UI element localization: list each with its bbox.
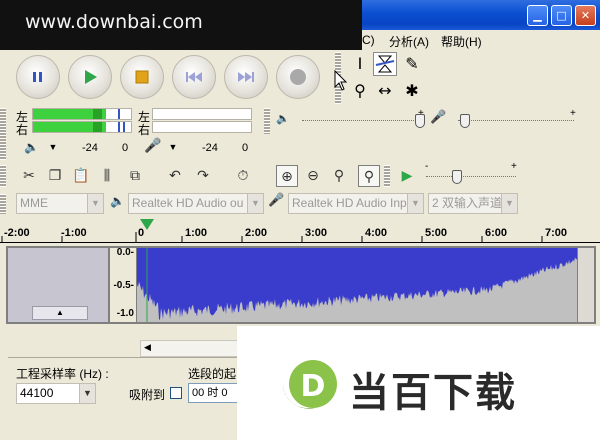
- output-device-icon: 🔈: [110, 194, 125, 208]
- undo-icon[interactable]: ↶: [164, 165, 186, 187]
- waveform: [137, 248, 577, 322]
- menu-item-analyze[interactable]: 分析(A): [389, 33, 429, 50]
- waveform-shape: [137, 248, 577, 320]
- horizontal-scrollbar[interactable]: ◀: [140, 340, 240, 357]
- input-volume-slider[interactable]: [460, 114, 470, 128]
- paste-icon[interactable]: 📋: [70, 165, 92, 187]
- input-device-icon: 🎤: [268, 193, 285, 208]
- device-toolbar: MME ▼ 🔈 Realtek HD Audio ou ▼ 🎤 Realtek HD…: [6, 192, 600, 216]
- play-meter-right-label: 右: [16, 123, 29, 137]
- scale-label: -0.5-: [113, 280, 134, 291]
- maximize-button[interactable]: □: [551, 5, 572, 26]
- skip-to-start-button[interactable]: [172, 55, 216, 99]
- selection-start-label: 选段的起: [188, 367, 237, 381]
- audio-track: ▲ 0.0- -0.5- -1.0: [6, 246, 596, 324]
- play-head-marker-icon[interactable]: [140, 219, 154, 231]
- microphone-icon[interactable]: 🎤: [144, 138, 161, 154]
- input-plus: +: [570, 108, 576, 119]
- meter-toolbar: 左 右 左 右 🔈 ▼ -24 0 🎤 ▼ -24 0: [6, 106, 256, 162]
- speed-plus: +: [511, 161, 517, 172]
- play-at-speed-icon[interactable]: ▶: [396, 165, 418, 187]
- timeline-ruler[interactable]: -2:00 -1:00 0 1:00 2:00 3:00 4:00 5:00 6…: [0, 218, 600, 246]
- menu-item-help[interactable]: 帮助(H): [441, 33, 482, 50]
- scale-label: 0.0-: [116, 247, 134, 258]
- snap-to-checkbox[interactable]: [170, 387, 182, 399]
- minimize-button[interactable]: ▁: [527, 5, 548, 26]
- stop-button[interactable]: [120, 55, 164, 99]
- watermark-text: 当百下载: [349, 370, 517, 416]
- collapse-track-button[interactable]: ▲: [32, 306, 88, 320]
- copy-icon[interactable]: ❐: [44, 165, 66, 187]
- rec-meter-right: [152, 121, 252, 133]
- skip-to-end-button[interactable]: [224, 55, 268, 99]
- pause-icon: [33, 72, 42, 82]
- rec-meter-menu-icon[interactable]: ▼: [164, 142, 182, 156]
- snap-to-label: 吸附到: [129, 388, 166, 402]
- edit-toolbar: ✂ ❐ 📋 ⫼ ⧉ ↶ ↷ ⏱ ⊕ ⊖ ⚲ ⚲ ▶ - +: [6, 161, 600, 189]
- sync-lock-icon[interactable]: ⏱: [232, 165, 254, 187]
- skip-to-end-icon: [238, 72, 254, 82]
- stop-icon: [135, 70, 149, 84]
- scale-label: -1.0: [116, 308, 134, 319]
- skip-to-start-icon: [186, 72, 202, 82]
- timeshift-tool-icon[interactable]: ↔: [373, 79, 397, 103]
- play-icon: [85, 70, 97, 84]
- scroll-left-icon[interactable]: ◀: [144, 342, 151, 353]
- vertical-scrollbar[interactable]: [578, 248, 594, 322]
- play-speed-slider[interactable]: [452, 170, 462, 184]
- menu-item-generate[interactable]: C): [362, 33, 375, 47]
- selection-tool-icon[interactable]: I: [348, 52, 372, 76]
- speaker-icon[interactable]: 🔈: [24, 140, 39, 154]
- watermark-top: www.downbai.com: [0, 0, 362, 50]
- waveform-area[interactable]: [137, 248, 577, 322]
- output-volume-slider[interactable]: [415, 114, 425, 128]
- rec-db-high: 0: [242, 142, 249, 154]
- play-db-high: 0: [122, 142, 129, 154]
- play-button[interactable]: [68, 55, 112, 99]
- fit-selection-icon[interactable]: ⚲: [328, 165, 350, 187]
- draw-tool-icon[interactable]: ✎: [400, 52, 424, 76]
- mixer-toolbar: 🔈 + 🎤 +: [262, 106, 600, 136]
- transport-toolbar: [6, 51, 330, 105]
- logo-letter: D: [301, 369, 326, 404]
- tools-toolbar: I ✎ ⚲ ↔ ✱: [345, 50, 427, 106]
- input-channels-select[interactable]: 2 双输入声道 ▼: [428, 193, 518, 214]
- rec-db-low: -24: [202, 142, 218, 154]
- downbai-logo-icon: D: [282, 360, 337, 409]
- pause-button[interactable]: [16, 55, 60, 99]
- output-volume-icon: 🔈: [276, 112, 290, 125]
- timeline-ticks: [1, 232, 543, 242]
- redo-icon[interactable]: ↷: [192, 165, 214, 187]
- cut-icon[interactable]: ✂: [18, 165, 40, 187]
- fit-project-icon[interactable]: ⚲: [358, 165, 380, 187]
- zoom-tool-icon[interactable]: ⚲: [348, 79, 372, 103]
- close-button[interactable]: ✕: [575, 5, 596, 26]
- watermark-bottom: D 当百下载: [237, 326, 600, 440]
- play-meter-left: [32, 108, 132, 120]
- speed-minus: -: [425, 161, 429, 172]
- audio-host-select[interactable]: MME ▼: [16, 193, 104, 214]
- rec-meter-left: [152, 108, 252, 120]
- silence-icon[interactable]: ⧉: [124, 165, 146, 187]
- track-control-panel[interactable]: ▲: [8, 248, 108, 322]
- trim-icon[interactable]: ⫼: [96, 165, 118, 187]
- zoom-in-icon[interactable]: ⊕: [276, 165, 298, 187]
- project-rate-select[interactable]: 44100 ▼: [16, 383, 96, 404]
- record-icon: [290, 69, 306, 85]
- multi-tool-icon[interactable]: ✱: [400, 79, 424, 103]
- envelope-tool-icon[interactable]: [373, 52, 397, 76]
- record-button[interactable]: [276, 55, 320, 99]
- play-meter-menu-icon[interactable]: ▼: [44, 142, 62, 156]
- selection-start-field[interactable]: 00 时 0: [188, 383, 238, 403]
- play-meter-right: [32, 121, 132, 133]
- project-rate-label: 工程采样率 (Hz) :: [16, 367, 109, 381]
- rec-meter-right-label: 右: [138, 123, 151, 137]
- input-volume-icon: 🎤: [430, 110, 447, 125]
- zoom-out-icon[interactable]: ⊖: [302, 165, 324, 187]
- envelope-icon: [375, 55, 395, 73]
- input-device-select[interactable]: Realtek HD Audio Inp ▼: [288, 193, 424, 214]
- amplitude-scale: 0.0- -0.5- -1.0: [110, 247, 136, 322]
- play-db-low: -24: [82, 142, 98, 154]
- output-device-select[interactable]: Realtek HD Audio ou ▼: [128, 193, 264, 214]
